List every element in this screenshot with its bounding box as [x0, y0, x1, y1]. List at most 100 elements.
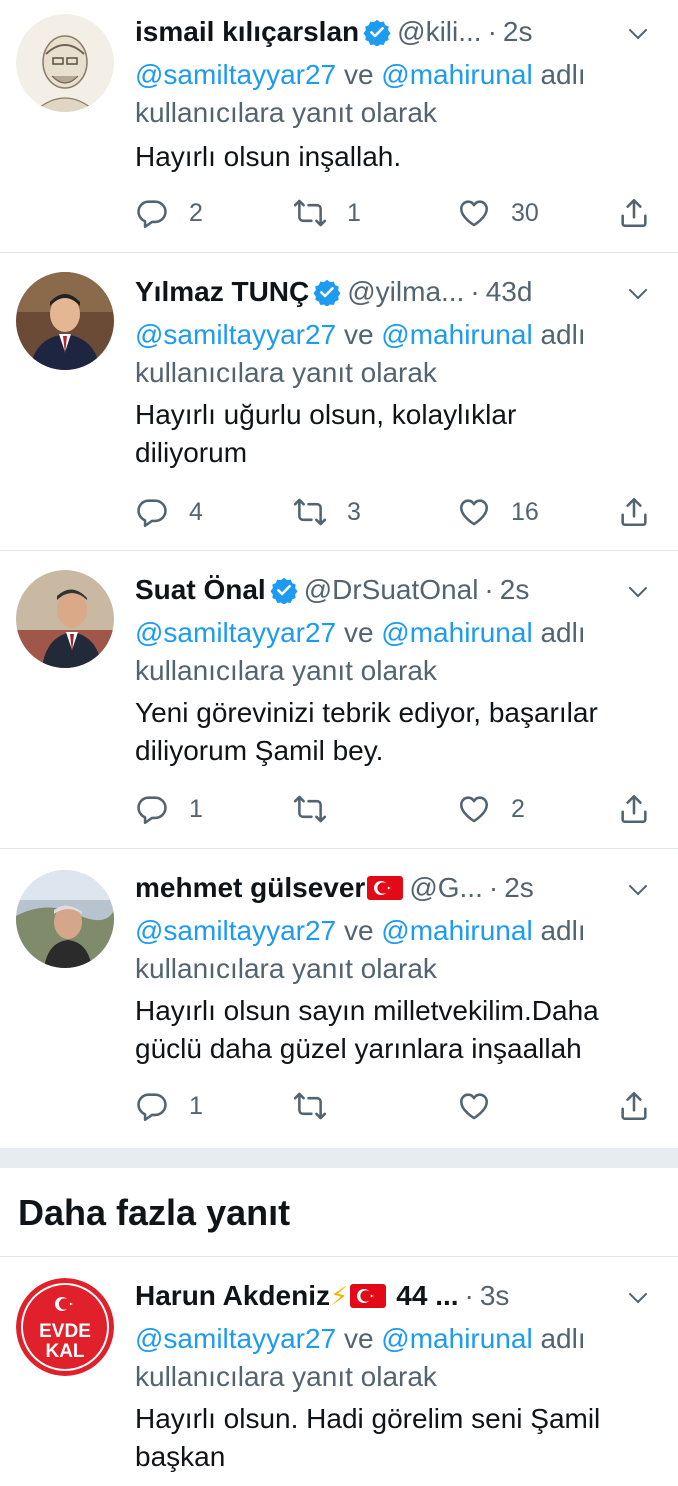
like-button[interactable]: 2 — [457, 789, 525, 829]
chevron-down-icon[interactable] — [626, 580, 650, 604]
tweet[interactable]: EVDE KAL Harun Akdeniz⚡ 44 ... · 3s @samilt… — [0, 1258, 678, 1486]
reply-button[interactable]: 2 — [135, 193, 203, 233]
share-button[interactable] — [617, 492, 651, 532]
retweet-button[interactable]: 3 — [293, 492, 361, 532]
reply-suffix: kullanıcılara yanıt olarak — [135, 1361, 437, 1392]
like-button[interactable]: 30 — [457, 193, 539, 233]
divider — [0, 550, 678, 551]
share-button[interactable] — [617, 1086, 651, 1126]
verified-badge-icon — [270, 576, 298, 604]
reply-context: @samiltayyar27 ve @mahirunal adlı kullanı… — [135, 912, 665, 988]
timestamp[interactable]: 43d — [486, 276, 533, 307]
mention-link[interactable]: @samiltayyar27 — [135, 1323, 336, 1354]
mention-link[interactable]: @mahirunal — [381, 617, 532, 648]
handle[interactable]: @DrSuatOnal — [304, 574, 479, 605]
avatar[interactable]: EVDE KAL — [16, 1278, 114, 1376]
reply-context: @samiltayyar27 ve @mahirunal adlı kullanı… — [135, 1320, 665, 1396]
reply-button[interactable]: 1 — [135, 789, 203, 829]
reply-suffix: adlı — [540, 59, 586, 90]
separator: · — [487, 16, 497, 47]
timestamp[interactable]: 2s — [500, 574, 530, 605]
divider — [0, 252, 678, 253]
like-icon — [457, 196, 491, 230]
handle[interactable]: @yilma... — [347, 276, 464, 307]
mention-link[interactable]: @mahirunal — [381, 319, 532, 350]
section-separator — [0, 1148, 678, 1168]
like-button[interactable]: 16 — [457, 492, 539, 532]
like-count: 30 — [511, 198, 539, 227]
handle[interactable]: @kili... — [397, 16, 481, 47]
action-bar: 1 — [135, 1086, 655, 1126]
tweet-header: ismail kılıçarslan @kili... · 2s — [135, 16, 665, 52]
tweet-text: Hayırlı uğurlu olsun, kolaylıklar diliyo… — [135, 396, 665, 472]
like-button[interactable] — [457, 1086, 511, 1126]
reply-count: 1 — [189, 794, 203, 823]
separator: · — [484, 574, 494, 605]
reply-icon — [135, 196, 169, 230]
timestamp[interactable]: 3s — [480, 1280, 510, 1311]
text-line: Hayırlı olsun sayın milletvekilim.Daha — [135, 995, 599, 1026]
share-icon — [617, 1089, 651, 1123]
share-icon — [617, 792, 651, 826]
like-count: 16 — [511, 497, 539, 526]
retweet-icon — [293, 792, 327, 826]
chevron-down-icon[interactable] — [626, 22, 650, 46]
turkey-flag-icon — [350, 1284, 386, 1308]
reply-button[interactable]: 1 — [135, 1086, 203, 1126]
reply-button[interactable]: 4 — [135, 492, 203, 532]
display-name[interactable]: Harun Akdeniz — [135, 1280, 330, 1311]
reply-count: 4 — [189, 497, 203, 526]
display-name[interactable]: Yılmaz TUNÇ — [135, 276, 309, 307]
chevron-down-icon[interactable] — [626, 282, 650, 306]
retweet-button[interactable] — [293, 1086, 347, 1126]
timestamp[interactable]: 2s — [504, 872, 534, 903]
mention-link[interactable]: @mahirunal — [381, 1323, 532, 1354]
display-name[interactable]: ismail kılıçarslan — [135, 16, 359, 47]
mention-link[interactable]: @samiltayyar27 — [135, 59, 336, 90]
mention-link[interactable]: @samiltayyar27 — [135, 617, 336, 648]
tweet[interactable]: Suat Önal @DrSuatOnal · 2s @samiltayyar27 v… — [0, 552, 678, 848]
retweet-button[interactable]: 1 — [293, 193, 361, 233]
avatar[interactable] — [16, 870, 114, 968]
tweet[interactable]: ismail kılıçarslan @kili... · 2s @samiltayy… — [0, 0, 678, 252]
mention-link[interactable]: @mahirunal — [381, 59, 532, 90]
text-line: Hayırlı olsun. Hadi görelim seni Şamil — [135, 1403, 601, 1434]
like-count: 2 — [511, 794, 525, 823]
reply-icon — [135, 495, 169, 529]
mention-link[interactable]: @mahirunal — [381, 915, 532, 946]
mention-link[interactable]: @samiltayyar27 — [135, 915, 336, 946]
tweet[interactable]: Yılmaz TUNÇ @yilma... · 43d @samiltayyar27 … — [0, 254, 678, 550]
retweet-count: 3 — [347, 497, 361, 526]
avatar-text: KAL — [45, 1341, 84, 1362]
action-bar: 2 1 30 — [135, 193, 655, 233]
share-button[interactable] — [617, 789, 651, 829]
divider — [0, 1256, 678, 1257]
mention-link[interactable]: @samiltayyar27 — [135, 319, 336, 350]
avatar[interactable] — [16, 14, 114, 112]
timestamp[interactable]: 2s — [503, 16, 533, 47]
handle[interactable]: @G... — [409, 872, 483, 903]
handle[interactable]: 44 ... — [396, 1280, 458, 1311]
separator: · — [470, 276, 480, 307]
tweet-text: Hayırlı olsun inşallah. — [135, 138, 665, 176]
verified-badge-icon — [363, 18, 391, 46]
chevron-down-icon[interactable] — [626, 878, 650, 902]
share-button[interactable] — [617, 193, 651, 233]
turkey-flag-icon — [367, 876, 403, 900]
display-name[interactable]: mehmet gülsever — [135, 872, 365, 903]
reply-mid: ve — [343, 617, 374, 648]
tweet[interactable]: mehmet gülsever @G... · 2s @samiltayyar27 v… — [0, 850, 678, 1148]
text-line: güclü daha güzel yarınlara inşaallah — [135, 1033, 582, 1064]
avatar[interactable] — [16, 272, 114, 370]
reply-suffix: adlı — [540, 319, 586, 350]
display-name[interactable]: Suat Önal — [135, 574, 266, 605]
retweet-icon — [293, 495, 327, 529]
verified-badge-icon — [313, 278, 341, 306]
retweet-button[interactable] — [293, 789, 347, 829]
tweet-text: Yeni görevinizi tebrik ediyor, başarılar… — [135, 694, 665, 770]
chevron-down-icon[interactable] — [626, 1286, 650, 1310]
tweet-header: mehmet gülsever @G... · 2s — [135, 872, 665, 908]
share-icon — [617, 196, 651, 230]
avatar[interactable] — [16, 570, 114, 668]
reply-suffix: adlı — [540, 617, 586, 648]
